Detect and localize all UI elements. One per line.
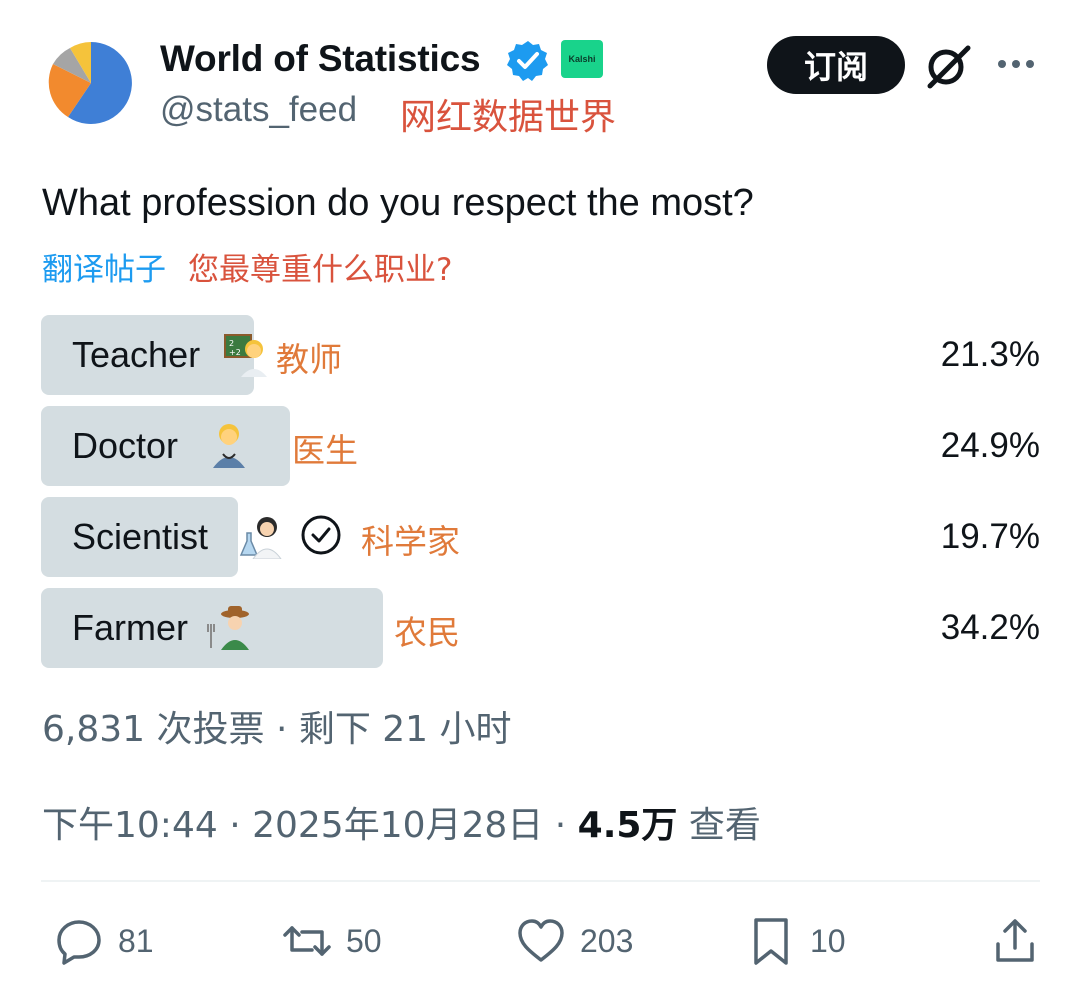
- bookmark-button[interactable]: 10: [746, 908, 846, 974]
- poll-option-scientist[interactable]: Scientist 科学家 19.7%: [41, 497, 1040, 577]
- poll-option-label: Scientist: [72, 516, 209, 557]
- poll-option-label: Teacher: [72, 334, 201, 375]
- like-button[interactable]: 203: [516, 908, 633, 974]
- views-count: 4.5万: [577, 805, 678, 846]
- handle-annotation: 网红数据世界: [400, 97, 617, 138]
- verified-badge-icon: [507, 41, 548, 81]
- share-button[interactable]: [990, 908, 1040, 974]
- poll-meta: 6,831 次投票 · 剩下 21 小时: [42, 709, 512, 750]
- repost-icon: [283, 926, 331, 956]
- reply-count: 81: [118, 922, 154, 959]
- poll-option-annotation: 教师: [276, 340, 342, 379]
- share-icon: [996, 919, 1034, 962]
- bookmark-count: 10: [810, 922, 846, 959]
- repost-button[interactable]: 50: [282, 908, 382, 974]
- grok-icon[interactable]: [922, 40, 974, 92]
- heart-icon: [518, 919, 564, 962]
- translate-post-link[interactable]: 翻译帖子: [42, 244, 166, 289]
- post-text: What profession do you respect the most?: [42, 182, 754, 224]
- poll-option-percent: 19.7%: [940, 517, 1040, 556]
- repost-count: 50: [346, 922, 382, 959]
- action-bar: 81 50 203 10: [0, 908, 1080, 978]
- post-datetime[interactable]: 下午10:44 · 2025年10月28日 ·: [42, 805, 578, 846]
- divider: [41, 880, 1040, 882]
- voted-check-icon: [301, 515, 341, 555]
- farmer-emoji-icon: [207, 606, 249, 650]
- teacher-emoji-icon: 2 +2: [224, 334, 267, 377]
- poll-option-annotation: 科学家: [361, 522, 460, 561]
- more-icon[interactable]: [994, 44, 1038, 84]
- affiliate-badge[interactable]: Kalshi: [561, 40, 603, 78]
- reply-button[interactable]: 81: [54, 908, 154, 974]
- poll-option-annotation: 医生: [292, 431, 358, 470]
- svg-text:+2: +2: [229, 348, 241, 357]
- like-count: 203: [580, 922, 634, 959]
- poll-option-label: Doctor: [72, 425, 179, 466]
- author-display-name[interactable]: World of Statistics: [160, 38, 481, 80]
- avatar[interactable]: [46, 38, 136, 128]
- poll: Teacher 2 +2 教师 21.3% Doctor 医生 24.9% Sc…: [41, 315, 1040, 679]
- scientist-emoji-icon: [239, 517, 282, 559]
- poll-option-percent: 21.3%: [940, 335, 1040, 374]
- bookmark-icon: [754, 918, 788, 965]
- poll-option-teacher[interactable]: Teacher 2 +2 教师 21.3%: [41, 315, 1040, 395]
- poll-option-annotation: 农民: [394, 613, 460, 652]
- poll-option-doctor[interactable]: Doctor 医生 24.9%: [41, 406, 1040, 486]
- poll-option-farmer[interactable]: Farmer 农民 34.2%: [41, 588, 1040, 668]
- subscribe-button[interactable]: 订阅: [767, 36, 905, 94]
- poll-option-label: Farmer: [72, 607, 188, 648]
- poll-option-percent: 34.2%: [940, 608, 1040, 647]
- reply-icon: [57, 920, 101, 965]
- poll-option-percent: 24.9%: [940, 426, 1040, 465]
- svg-text:2: 2: [229, 339, 234, 348]
- views-label: 查看: [677, 805, 761, 846]
- post-timestamp: 下午10:44 · 2025年10月28日 · 4.5万 查看: [42, 796, 761, 848]
- translation-annotation: 您最尊重什么职业?: [188, 252, 453, 288]
- pie-logo-icon: [48, 40, 134, 126]
- author-handle[interactable]: @stats_feed: [160, 90, 357, 130]
- doctor-emoji-icon: [213, 424, 245, 468]
